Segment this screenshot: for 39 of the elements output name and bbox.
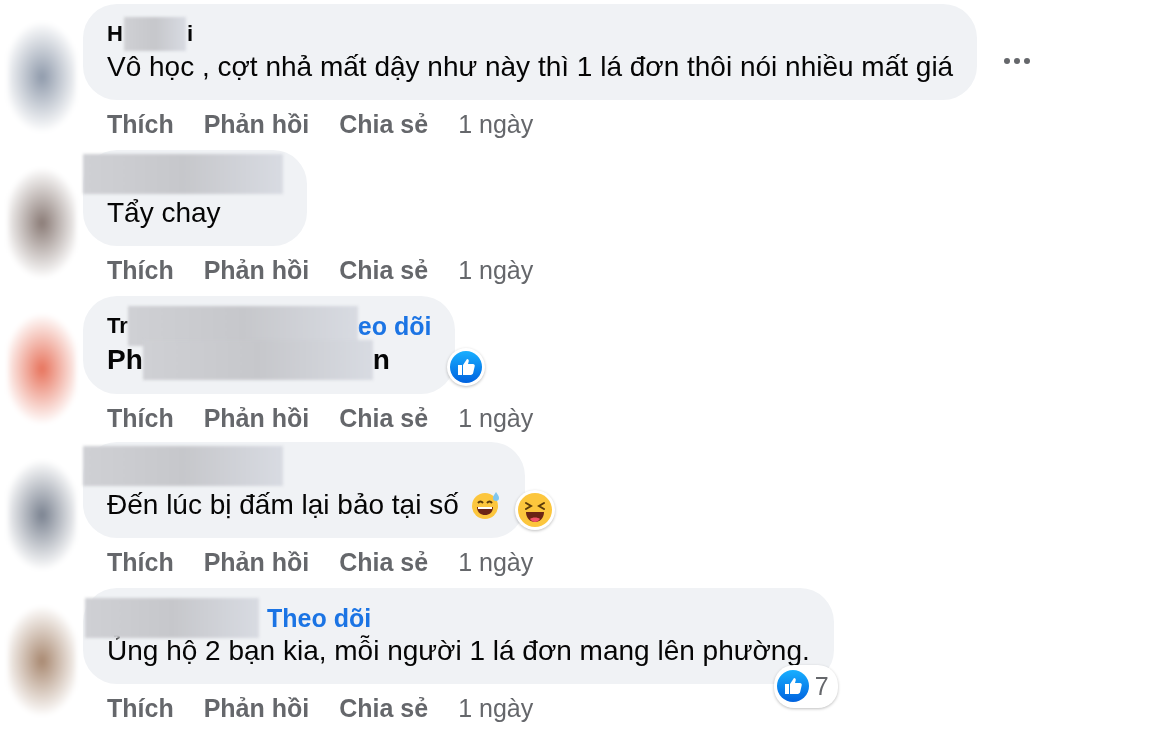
follow-link[interactable]: Theo dõi	[267, 604, 372, 632]
comment-text: Tẩy chay	[107, 196, 221, 230]
follow-link[interactable]: eo dõi	[357, 312, 432, 340]
blurred-patch	[123, 17, 186, 51]
timestamp: 1 ngày	[458, 693, 534, 724]
timestamp: 1 ngày	[458, 547, 534, 578]
author-name: H	[107, 20, 123, 48]
like-link[interactable]: Thích	[107, 544, 174, 582]
reaction-badge[interactable]	[447, 348, 486, 386]
like-link[interactable]: Thích	[107, 400, 174, 438]
share-link[interactable]: Chia sẻ	[339, 690, 429, 728]
share-link[interactable]: Chia sẻ	[339, 544, 429, 582]
reply-link[interactable]: Phản hồi	[203, 252, 310, 290]
grin-sweat-icon	[470, 490, 501, 520]
share-link[interactable]: Chia sẻ	[339, 106, 429, 144]
timestamp: 1 ngày	[458, 255, 534, 286]
like-link[interactable]: Thích	[107, 690, 174, 728]
laughing-face-icon	[517, 493, 552, 527]
reply-link[interactable]: Phản hồi	[203, 544, 310, 582]
like-icon	[776, 670, 809, 703]
like-link[interactable]: Thích	[107, 106, 174, 144]
reaction-badge[interactable]	[514, 490, 555, 530]
share-link[interactable]: Chia sẻ	[339, 252, 429, 290]
like-link[interactable]: Thích	[107, 252, 174, 290]
comment-text: Vô học , cợt nhả mất dậy như này thì 1 lá đơn thôi nói nhiều mất giá	[107, 50, 954, 84]
like-icon	[450, 351, 483, 383]
reply-link[interactable]: Phản hồi	[203, 690, 310, 728]
timestamp: 1 ngày	[458, 109, 534, 140]
reply-link[interactable]: Phản hồi	[203, 106, 310, 144]
timestamp: 1 ngày	[458, 403, 534, 434]
more-icon[interactable]	[1003, 56, 1032, 65]
reply-link[interactable]: Phản hồi	[203, 400, 310, 438]
comment-text: Ph	[107, 343, 143, 377]
share-link[interactable]: Chia sẻ	[339, 400, 429, 438]
author-name: Tr	[107, 312, 128, 340]
comment-text: n	[372, 343, 390, 377]
comment-text: Đến lúc bị đấm lại bảo tại số	[107, 488, 459, 522]
author-name: i	[186, 20, 193, 48]
reaction-badge[interactable]: 7	[773, 664, 838, 708]
